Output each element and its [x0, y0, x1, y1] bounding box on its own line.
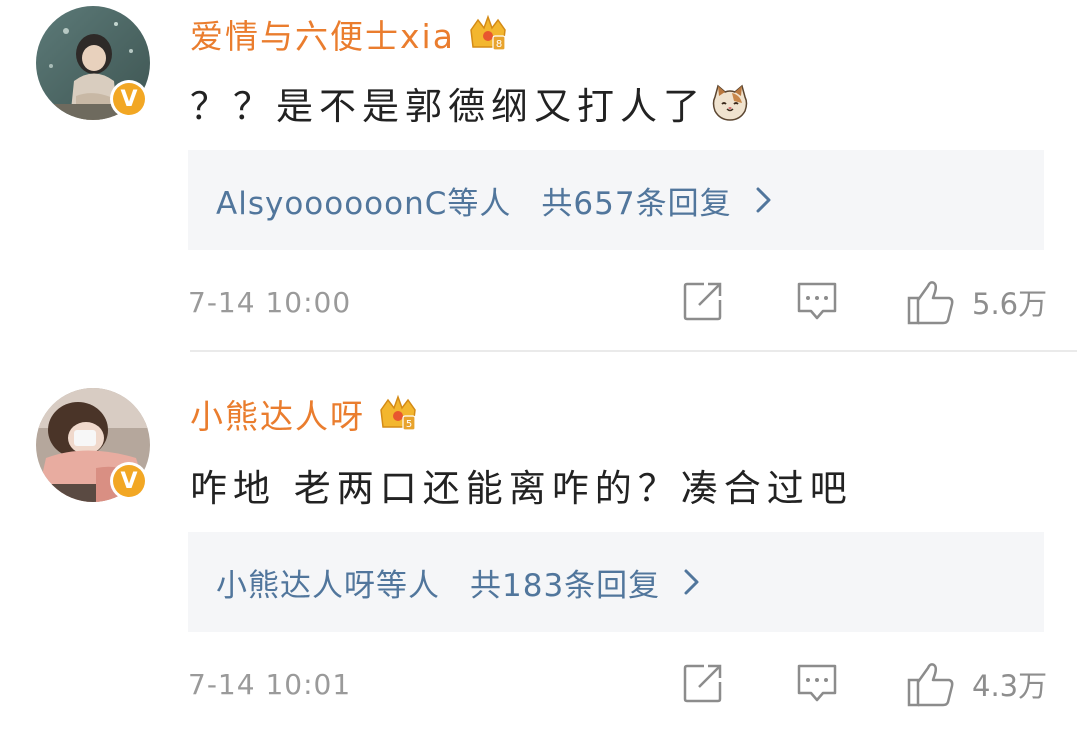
reply-summary[interactable]: AlsyoooooonC等人 共657条回复 [188, 150, 1044, 250]
avatar[interactable]: V [36, 6, 150, 120]
thumbs-up-icon [907, 281, 954, 325]
level-number: 8 [496, 39, 502, 50]
username-row: 爱情与六便士xia 8 [190, 10, 509, 58]
comment-icon[interactable] [796, 280, 838, 322]
username[interactable]: 爱情与六便士xia [190, 10, 455, 58]
crown-icon: 5 [380, 394, 416, 431]
reply-names[interactable]: 小熊达人呀等人 [216, 560, 440, 605]
cat-face-emoji-icon [712, 84, 748, 121]
verified-badge: V [110, 80, 148, 118]
level-number: 5 [406, 419, 412, 430]
share-icon[interactable] [682, 662, 724, 704]
chevron-right-icon [684, 569, 699, 595]
comment-text: ？？是不是郭德纲又打人了 [190, 76, 750, 130]
verified-icon: V [113, 465, 145, 497]
reply-names[interactable]: AlsyoooooonC等人 [216, 178, 511, 223]
divider [190, 350, 1077, 352]
timestamp: 7-14 10:00 [188, 286, 352, 319]
username-row: 小熊达人呀 5 [190, 390, 419, 438]
crown-icon: 8 [470, 14, 506, 51]
avatar[interactable]: V [36, 388, 150, 502]
thumbs-up-icon [907, 663, 954, 707]
like-button[interactable]: 4.3万 [906, 656, 1047, 712]
comment-body: ？？是不是郭德纲又打人了 [190, 85, 706, 128]
like-count: 4.3万 [972, 669, 1048, 703]
share-icon[interactable] [682, 280, 724, 322]
comment-meta: 7-14 10:01 4.3万 [188, 656, 1048, 716]
comment-meta: 7-14 10:00 5.6万 [188, 274, 1048, 334]
reply-count[interactable]: 共657条回复 [541, 178, 731, 223]
reply-summary[interactable]: 小熊达人呀等人 共183条回复 [188, 532, 1044, 632]
username[interactable]: 小熊达人呀 [190, 390, 365, 438]
reply-count[interactable]: 共183条回复 [470, 560, 660, 605]
like-button[interactable]: 5.6万 [906, 274, 1047, 330]
comment-text: 咋地 老两口还能离咋的？凑合过吧 [190, 458, 853, 512]
comment-icon[interactable] [796, 662, 838, 704]
verified-badge: V [110, 462, 148, 500]
verified-icon: V [113, 83, 145, 115]
comment-body: 咋地 老两口还能离咋的？凑合过吧 [190, 467, 853, 510]
like-count: 5.6万 [972, 287, 1048, 321]
chevron-right-icon [756, 187, 771, 213]
timestamp: 7-14 10:01 [188, 668, 352, 701]
